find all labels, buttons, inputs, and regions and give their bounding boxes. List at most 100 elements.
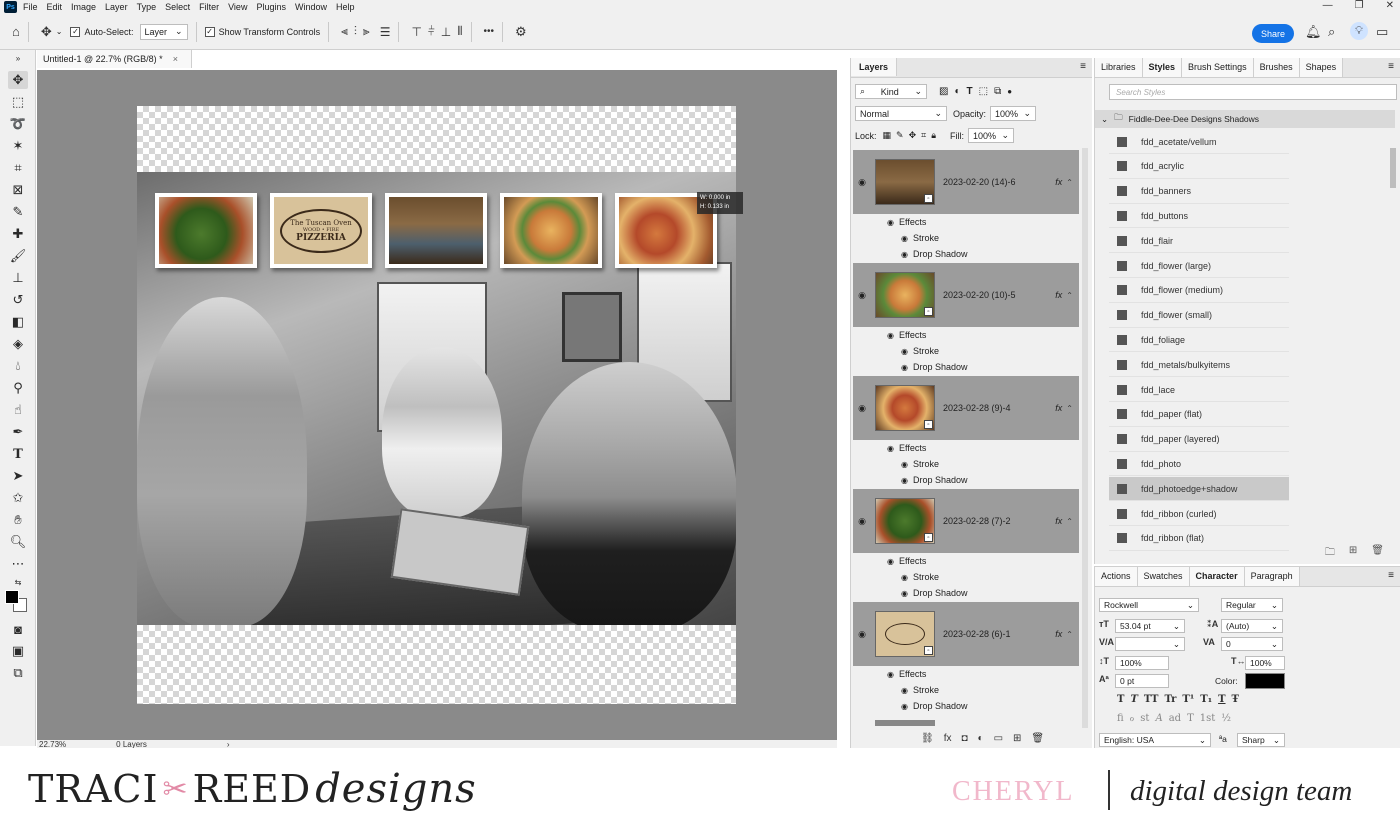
opacity-field[interactable]: 100% ⌄ <box>990 106 1037 121</box>
style-list-item[interactable]: fdd_lace <box>1109 378 1289 402</box>
style-list-item[interactable]: fdd_ribbon (flat) <box>1109 527 1289 551</box>
style-list-item[interactable]: fdd_acrylic <box>1109 155 1289 179</box>
foreground-color-swatch[interactable] <box>5 590 19 604</box>
strikethrough-icon[interactable]: Ŧ <box>1232 694 1239 705</box>
style-list-item[interactable]: fdd_paper (flat) <box>1109 403 1289 427</box>
visibility-eye-icon[interactable]: ◉ <box>901 234 913 243</box>
path-selection-tool-icon[interactable]: ➤ <box>8 467 28 485</box>
visibility-eye-icon[interactable]: ◉ <box>853 403 871 414</box>
layer-row[interactable]: ◉ ▫ 2023-02-20 (10)-5 fx ⌃ ◉ Effects ◉ Str… <box>853 263 1079 375</box>
discover-lightbulb-icon[interactable]: 💡︎ <box>1350 22 1368 40</box>
filter-toggle-icon[interactable]: ● <box>1007 87 1012 96</box>
fx-icon[interactable]: fx <box>1055 177 1062 187</box>
subscript-icon[interactable]: T₁ <box>1200 694 1212 705</box>
new-layer-icon[interactable]: ⊞ <box>1013 733 1021 744</box>
fractions-icon[interactable]: ½ <box>1221 713 1231 724</box>
discretionary-ligatures-icon[interactable]: st <box>1140 713 1149 724</box>
dodge-tool-icon[interactable]: ⚲ <box>8 379 28 397</box>
close-icon[interactable]: ✕ <box>1386 0 1394 11</box>
layer-header[interactable]: ◉ ▫ 2023-02-20 (10)-5 fx ⌃ <box>853 263 1079 327</box>
lasso-tool-icon[interactable]: ➰ <box>8 115 28 133</box>
photo-frame-pizza-1[interactable] <box>500 193 602 268</box>
collapse-icon[interactable]: » <box>8 54 28 63</box>
new-group-icon[interactable]: ▭ <box>994 733 1003 744</box>
chevron-up-icon[interactable]: ⌃ <box>1066 291 1073 300</box>
panel-menu-icon[interactable]: ≡ <box>1388 570 1394 581</box>
lock-all-icon[interactable]: 🔒︎ <box>931 130 936 141</box>
hand-tool-icon[interactable]: ✋︎ <box>8 511 28 529</box>
effects-row[interactable]: ◉ Effects <box>853 553 1079 569</box>
tab-swatches[interactable]: Swatches <box>1137 567 1190 586</box>
zoom-tool-icon[interactable]: 🔍︎ <box>8 533 28 551</box>
effects-row[interactable]: ◉ Effects <box>853 666 1079 682</box>
layer-row[interactable]: ◉ ▫ 2023-02-28 (7)-2 fx ⌃ ◉ Effects ◉ Stro… <box>853 489 1079 601</box>
type-tool-icon[interactable]: T <box>8 445 28 463</box>
style-list-item[interactable]: fdd_flower (small) <box>1109 304 1289 328</box>
magic-wand-tool-icon[interactable]: ✶ <box>8 137 28 155</box>
underline-icon[interactable]: T <box>1218 694 1225 705</box>
fx-icon[interactable]: fx <box>1055 516 1062 526</box>
menu-edit[interactable]: Edit <box>47 2 63 12</box>
restore-icon[interactable]: ❐ <box>1355 0 1364 11</box>
history-brush-tool-icon[interactable]: ↺ <box>8 291 28 309</box>
align-top-icon[interactable]: ⊤ <box>411 25 421 39</box>
tab-brushes[interactable]: Brushes <box>1253 58 1300 77</box>
contextual-alternates-icon[interactable]: ℴ <box>1130 713 1135 724</box>
tab-actions[interactable]: Actions <box>1095 567 1138 586</box>
text-color-swatch[interactable] <box>1245 673 1285 689</box>
panel-menu-icon[interactable]: ≡ <box>1388 61 1394 72</box>
paint-bucket-tool-icon[interactable]: ◈ <box>8 335 28 353</box>
all-caps-icon[interactable]: TT <box>1144 694 1159 705</box>
transform-controls-checkbox[interactable]: ✓ Show Transform Controls <box>204 26 320 37</box>
tab-character[interactable]: Character <box>1189 567 1245 586</box>
effects-row[interactable]: ◉ Effects <box>853 440 1079 456</box>
visibility-eye-icon[interactable]: ◉ <box>887 557 899 566</box>
distribute-h-icon[interactable]: ☰ <box>380 25 391 39</box>
layer-row[interactable]: ◉ ▫ 2023-02-28 (9)-4 fx ⌃ ◉ Effects ◉ Stro… <box>853 376 1079 488</box>
layer-header[interactable]: ◉ ▫ 2023-02-28 (6)-1 fx ⌃ <box>853 602 1079 666</box>
align-bottom-icon[interactable]: ⊥ <box>441 25 451 39</box>
close-icon[interactable]: × <box>173 54 178 64</box>
superscript-icon[interactable]: T¹ <box>1182 694 1194 705</box>
visibility-eye-icon[interactable]: ◉ <box>901 363 913 372</box>
style-group-folder[interactable]: ⌄ 🗀 Fiddle-Dee-Dee Designs Shadows <box>1095 110 1395 128</box>
effect-drop-shadow-row[interactable]: ◉ Drop Shadow <box>853 472 1079 488</box>
visibility-eye-icon[interactable]: ◉ <box>887 331 899 340</box>
leading-field[interactable]: (Auto) ⌄ <box>1221 619 1283 633</box>
filter-adjustment-icon[interactable]: ◐ <box>954 86 960 97</box>
style-list-item[interactable]: fdd_photo <box>1109 452 1289 477</box>
swash-icon[interactable]: A <box>1155 713 1162 724</box>
visibility-eye-icon[interactable]: ◉ <box>887 670 899 679</box>
effects-row[interactable]: ◉ Effects <box>853 327 1079 343</box>
menu-type[interactable]: Type <box>137 2 157 12</box>
layer-name[interactable]: 2023-02-28 (9)-4 <box>943 403 1055 413</box>
filter-type-icon[interactable]: T <box>967 86 973 97</box>
filter-smart-object-icon[interactable]: ⧉ <box>994 86 1001 97</box>
photo-frame-salad[interactable] <box>155 193 257 268</box>
layer-header[interactable]: ◉ ▫ 2023-02-28 (7)-2 fx ⌃ <box>853 489 1079 553</box>
menu-layer[interactable]: Layer <box>105 2 128 12</box>
style-list-item[interactable]: fdd_foliage <box>1109 328 1289 353</box>
font-size-field[interactable]: 53.04 pt ⌄ <box>1115 619 1185 633</box>
faux-bold-icon[interactable]: T <box>1117 694 1124 705</box>
shape-tool-icon[interactable]: ✩ <box>8 489 28 507</box>
eyedropper-tool-icon[interactable]: ✎ <box>8 203 28 221</box>
titling-alternates-icon[interactable]: T <box>1187 713 1194 724</box>
align-right-icon[interactable]: ⫸ <box>363 24 370 39</box>
effect-drop-shadow-row[interactable]: ◉ Drop Shadow <box>853 698 1079 714</box>
layer-row[interactable]: ◉ ▫ 2023-02-28 (6)-1 fx ⌃ ◉ Effects ◉ Stro… <box>853 602 1079 714</box>
visibility-eye-icon[interactable]: ◉ <box>901 702 913 711</box>
visibility-eye-icon[interactable]: ◉ <box>901 686 913 695</box>
fx-icon[interactable]: fx <box>1055 290 1062 300</box>
more-tools-icon[interactable]: ⋯ <box>8 555 28 573</box>
lock-position-icon[interactable]: ✥ <box>909 130 917 141</box>
effect-stroke-row[interactable]: ◉ Stroke <box>853 569 1079 585</box>
search-styles-input[interactable]: Search Styles <box>1109 84 1397 100</box>
menu-plugins[interactable]: Plugins <box>256 2 286 12</box>
menu-select[interactable]: Select <box>165 2 190 12</box>
tab-layers[interactable]: Layers <box>851 58 898 76</box>
blur-tool-icon[interactable]: 💧︎ <box>8 357 28 375</box>
effect-drop-shadow-row[interactable]: ◉ Drop Shadow <box>853 359 1079 375</box>
visibility-eye-icon[interactable]: ◉ <box>853 629 871 640</box>
photo-frame-interior[interactable] <box>385 193 487 268</box>
